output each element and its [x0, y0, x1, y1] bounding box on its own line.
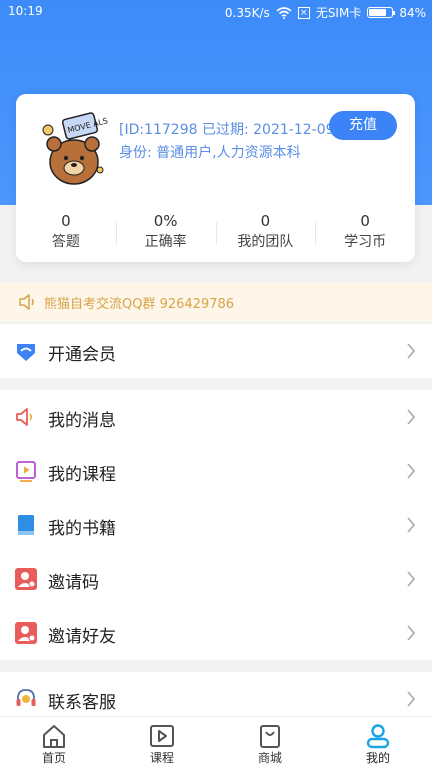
menu-label: 我的消息	[48, 411, 116, 431]
menu-label: 我的书籍	[48, 519, 116, 539]
menu-item-messages[interactable]: 我的消息	[0, 390, 432, 444]
tab-label: 商城	[257, 751, 282, 765]
network-speed: 0.35K/s	[224, 5, 270, 20]
tab-courses[interactable]: 课程	[108, 717, 216, 769]
menu-label: 我的课程	[48, 465, 116, 485]
tab-home[interactable]: 首页	[0, 717, 108, 769]
menu-label: 邀请码	[48, 573, 99, 593]
invite-user-icon	[15, 568, 37, 590]
notice-bar[interactable]: 熊猫自考交流QQ群 926429786	[0, 283, 432, 321]
home-icon	[43, 725, 65, 748]
stat-value: 0%	[153, 212, 178, 230]
stat-answers[interactable]: 0 答题	[16, 212, 116, 252]
menu-label: 开通会员	[48, 345, 116, 365]
menu-item-vip[interactable]: 开通会员	[0, 324, 432, 378]
avatar[interactable]: MOVE ALS	[34, 108, 118, 192]
user-id-expiry: [ID:117298 已过期: 2021-12-09]	[119, 122, 340, 138]
chevron-right-icon	[407, 409, 416, 425]
chevron-right-icon	[407, 343, 416, 359]
tab-label: 课程	[149, 751, 174, 765]
tab-mine[interactable]: 我的	[324, 717, 432, 769]
recharge-button[interactable]: 充值	[329, 111, 397, 140]
chevron-right-icon	[407, 463, 416, 479]
stat-team[interactable]: 0 我的团队	[215, 212, 316, 252]
profile-card: MOVE ALS [ID:117298 已过期: 2021-12-09] 身份:…	[16, 94, 415, 262]
stats-row: 0 答题 0% 正确率 0 我的团队 0 学习币	[16, 212, 415, 252]
shopping-bag-icon	[260, 725, 280, 748]
stat-label: 正确率	[144, 234, 187, 250]
menu-label: 联系客服	[48, 693, 116, 713]
stat-coins[interactable]: 0 学习币	[315, 212, 415, 252]
chevron-right-icon	[407, 517, 416, 533]
stat-label: 学习币	[344, 234, 387, 250]
menu-label: 邀请好友	[48, 627, 116, 647]
vip-diamond-icon	[17, 344, 35, 361]
invite-user-icon	[15, 622, 37, 644]
user-identity: 身份: 普通用户,人力资源本科	[119, 145, 301, 161]
wifi-icon	[276, 6, 292, 19]
chevron-right-icon	[407, 571, 416, 587]
stat-value: 0	[61, 212, 71, 230]
status-time: 10:19	[8, 4, 43, 18]
bottom-tab-bar: 首页 课程 商城 我的	[0, 716, 432, 769]
menu-item-invite-friends[interactable]: 邀请好友	[0, 606, 432, 660]
speaker-icon	[19, 294, 34, 310]
status-bar: 10:19 0.35K/s × 无SIM卡 84%	[0, 0, 432, 24]
tab-store[interactable]: 商城	[216, 717, 324, 769]
menu-item-courses[interactable]: 我的课程	[0, 444, 432, 498]
chevron-right-icon	[407, 625, 416, 641]
video-course-icon	[16, 461, 36, 482]
stat-value: 0	[360, 212, 370, 230]
stat-accuracy[interactable]: 0% 正确率	[115, 212, 216, 252]
no-sim-icon: ×	[297, 6, 310, 19]
book-icon	[18, 515, 34, 535]
tab-label: 首页	[41, 751, 66, 765]
notice-text: 熊猫自考交流QQ群 926429786	[44, 297, 235, 312]
battery-percent: 84%	[399, 5, 426, 20]
customer-service-icon	[16, 689, 36, 706]
stat-label: 答题	[51, 234, 80, 250]
sim-status: 无SIM卡	[315, 6, 362, 20]
user-profile-icon	[366, 724, 390, 749]
stat-value: 0	[260, 212, 271, 230]
stat-label: 我的团队	[237, 234, 294, 250]
menu-item-invite-code[interactable]: 邀请码	[0, 552, 432, 606]
tab-label: 我的	[365, 751, 390, 765]
play-course-icon	[150, 725, 174, 747]
message-speaker-icon	[16, 408, 33, 426]
menu-item-books[interactable]: 我的书籍	[0, 498, 432, 552]
chevron-right-icon	[407, 691, 416, 707]
battery-icon	[367, 7, 396, 18]
